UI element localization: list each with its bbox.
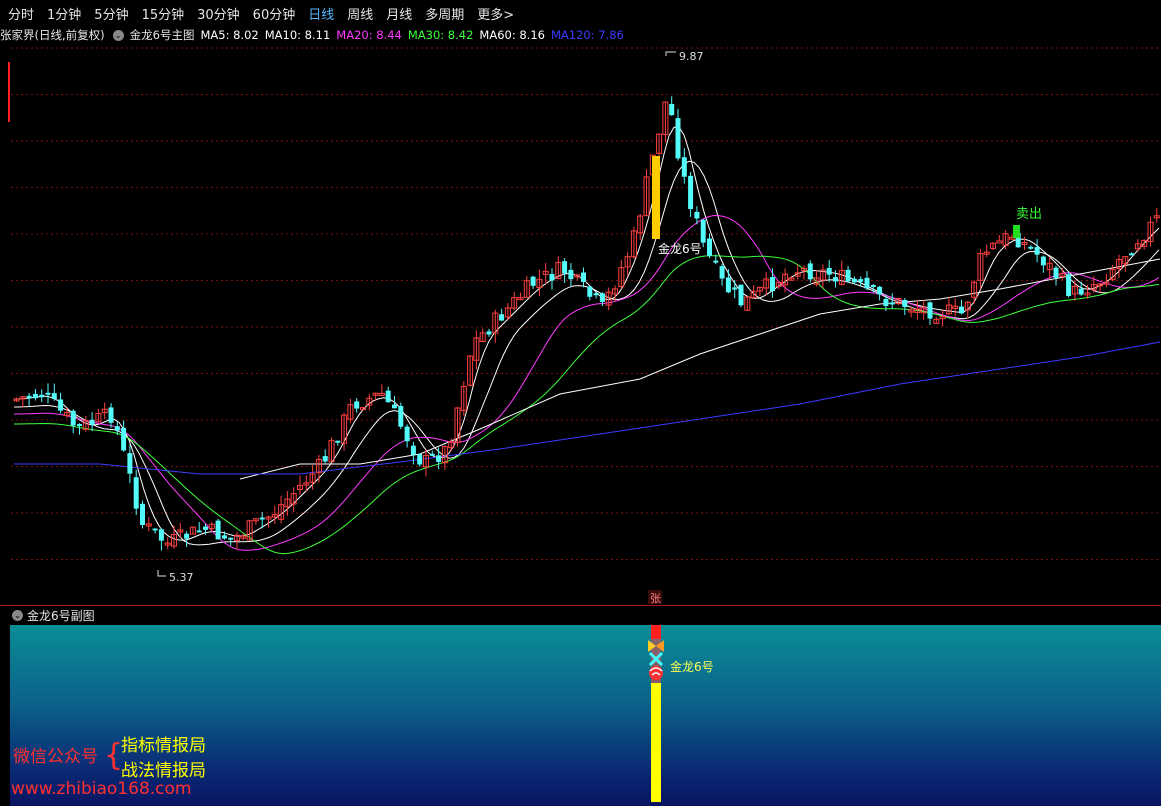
- ma20-value: MA20: 8.44: [336, 28, 402, 42]
- sell-label: 卖出: [1016, 207, 1042, 222]
- tab-period-2[interactable]: 5分钟: [86, 4, 133, 23]
- candle: [398, 402, 404, 430]
- tab-period-9[interactable]: 多周期: [417, 4, 469, 23]
- svg-text:张: 张: [650, 592, 661, 605]
- candlestick-chart[interactable]: 9.87 5.37 金龙6号 卖出 张: [0, 44, 1161, 605]
- zhang-marker: 张: [648, 590, 662, 605]
- watermark-line1: 指标情报局: [121, 736, 206, 756]
- candle: [738, 284, 744, 308]
- tab-period-4[interactable]: 30分钟: [189, 4, 245, 23]
- period-toolbar: 分时 1分钟 5分钟 15分钟 30分钟 60分钟 日线 周线 月线 多周期 更多>: [0, 0, 1161, 26]
- tab-period-6[interactable]: 日线: [300, 4, 339, 23]
- candle: [807, 260, 813, 283]
- chevron-down-icon[interactable]: ⌄: [12, 610, 23, 621]
- ma120-value: MA120: 7.86: [550, 28, 624, 42]
- main-indicator-name[interactable]: 金龙6号主图: [130, 27, 195, 43]
- signal-bar: [652, 156, 660, 239]
- tab-period-0[interactable]: 分时: [0, 4, 39, 23]
- sell-signal-bar: [1013, 225, 1020, 238]
- ma30-value: MA30: 8.42: [407, 28, 474, 42]
- ma5-value: MA5: 8.02: [200, 28, 259, 42]
- tab-period-1[interactable]: 1分钟: [39, 4, 86, 23]
- indicator-info-bar: 张家界(日线,前复权) ⌄ 金龙6号主图 MA5: 8.02 MA10: 8.1…: [0, 26, 1161, 44]
- sub-red-bar: [651, 625, 661, 639]
- ma10-value: MA10: 8.11: [264, 28, 331, 42]
- candle: [1066, 271, 1072, 298]
- subchart-header: ⌄ 金龙6号副图: [0, 605, 1161, 625]
- candle: [215, 518, 221, 540]
- sub-yellow-bar: [651, 683, 661, 802]
- tab-period-7[interactable]: 周线: [339, 4, 378, 23]
- candle: [140, 500, 145, 529]
- watermark-line2: 战法情报局: [121, 761, 206, 781]
- high-label: 9.87: [679, 50, 704, 63]
- signal-label: 金龙6号: [658, 241, 702, 256]
- tab-period-8[interactable]: 月线: [378, 4, 417, 23]
- low-label: 5.37: [169, 571, 194, 584]
- scroll-indicator: [8, 62, 10, 122]
- chevron-down-icon[interactable]: ⌄: [112, 29, 124, 41]
- signal-icon: [649, 666, 663, 680]
- watermark-url[interactable]: www.zhibiao168.com: [11, 779, 191, 799]
- watermark-wechat: 微信公众号: [13, 747, 98, 767]
- tab-period-3[interactable]: 15分钟: [134, 4, 190, 23]
- ma60-value: MA60: 8.16: [479, 28, 545, 42]
- tab-period-10[interactable]: 更多>: [469, 4, 519, 23]
- stock-name: 张家界(日线,前复权): [0, 28, 105, 42]
- tab-period-5[interactable]: 60分钟: [245, 4, 301, 23]
- subchart-title[interactable]: 金龙6号副图: [27, 607, 95, 624]
- sub-signal-label: 金龙6号: [670, 659, 714, 674]
